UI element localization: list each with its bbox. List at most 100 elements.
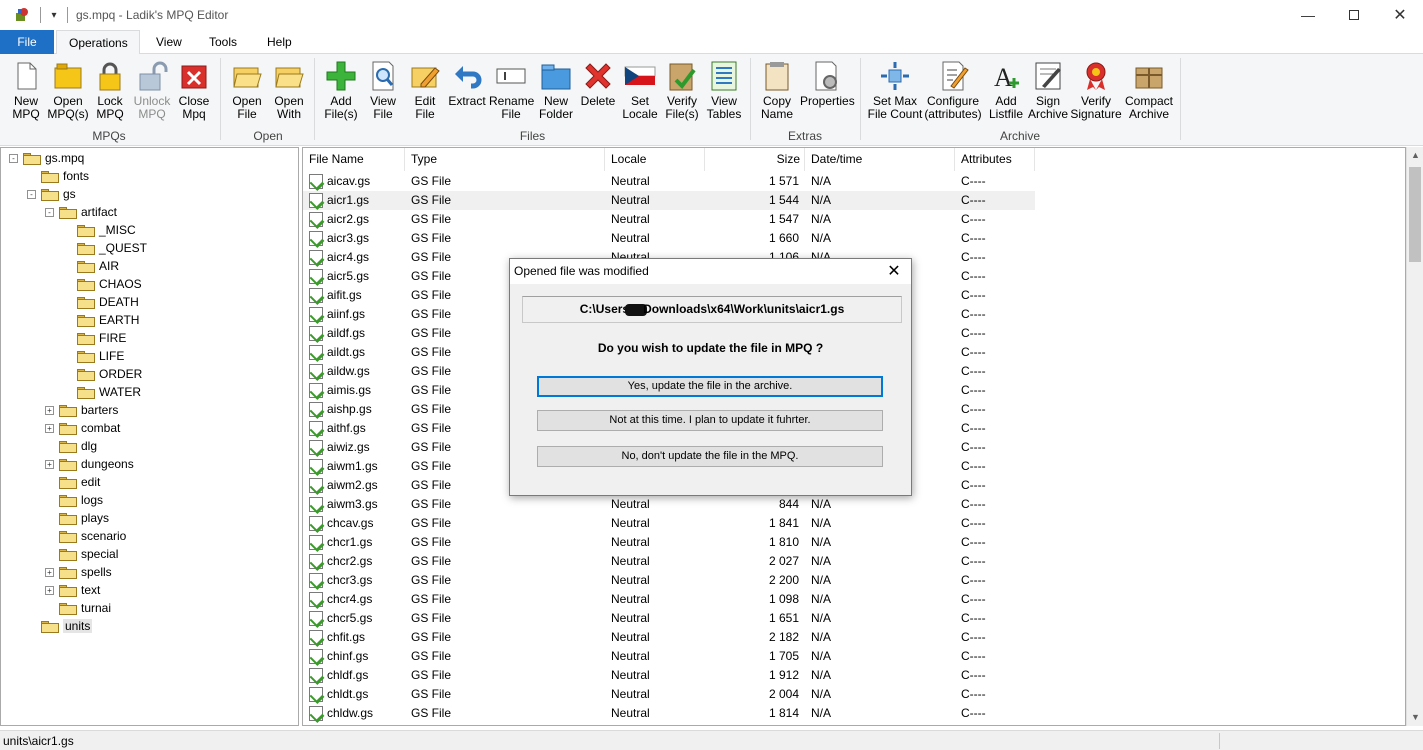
column-header-type[interactable]: Type	[405, 148, 605, 171]
scroll-thumb[interactable]	[1409, 167, 1421, 262]
maximize-icon[interactable]	[1331, 0, 1377, 30]
tab-file[interactable]: File	[0, 30, 54, 54]
tree-node[interactable]: dlg	[45, 437, 97, 455]
column-header-attributes[interactable]: Attributes	[955, 148, 1035, 171]
tree-node[interactable]: fonts	[27, 167, 89, 185]
table-row[interactable]: chinf.gs GS File Neutral 1 705 N/A C----	[303, 647, 1035, 666]
copy-name-button[interactable]: Copy Name	[755, 60, 799, 121]
tree-node[interactable]: units	[27, 617, 93, 635]
close-window-icon[interactable]: ✕	[1377, 0, 1423, 30]
tree-node[interactable]: scenario	[45, 527, 126, 545]
table-row[interactable]: chcav.gs GS File Neutral 1 841 N/A C----	[303, 514, 1035, 533]
table-row[interactable]: chcr5.gs GS File Neutral 1 651 N/A C----	[303, 609, 1035, 628]
table-row[interactable]: aicr1.gs GS File Neutral 1 544 N/A C----	[303, 191, 1035, 210]
set-max-file-count-button[interactable]: Set Max File Count	[866, 60, 924, 121]
column-header-size[interactable]: Size	[705, 148, 805, 171]
tree-node[interactable]: _MISC	[63, 221, 136, 239]
table-row[interactable]: aiwm3.gs GS File Neutral 844 N/A C----	[303, 495, 1035, 514]
close-mpq-button[interactable]: Close Mpq	[172, 60, 216, 121]
tree-node[interactable]: _QUEST	[63, 239, 147, 257]
tree-node[interactable]: + dungeons	[45, 455, 134, 473]
lock-mpq-button[interactable]: Lock MPQ	[88, 60, 132, 121]
table-row[interactable]: chcr3.gs GS File Neutral 2 200 N/A C----	[303, 571, 1035, 590]
open-file-button[interactable]: Open File	[225, 60, 269, 121]
table-row[interactable]: aicr2.gs GS File Neutral 1 547 N/A C----	[303, 210, 1035, 229]
open-mpq-button[interactable]: Open MPQ(s)	[46, 60, 90, 121]
tab-operations[interactable]: Operations	[56, 30, 140, 55]
dialog-close-icon[interactable]: ✕	[883, 261, 905, 283]
set-locale-button[interactable]: Set Locale	[618, 60, 662, 121]
tree-node[interactable]: DEATH	[63, 293, 139, 311]
expand-icon[interactable]: +	[45, 585, 54, 595]
yes-update-button[interactable]: Yes, update the file in the archive.	[537, 376, 883, 397]
collapse-icon[interactable]: -	[9, 153, 18, 163]
view-tables-button[interactable]: View Tables	[702, 60, 746, 121]
column-header-file-name[interactable]: File Name	[303, 148, 405, 171]
rename-file-button[interactable]: Rename File	[489, 60, 534, 121]
tree-node[interactable]: + combat	[45, 419, 120, 437]
table-row[interactable]: chcr4.gs GS File Neutral 1 098 N/A C----	[303, 590, 1035, 609]
tree-node[interactable]: - artifact	[45, 203, 117, 221]
tree-node[interactable]: logs	[45, 491, 103, 509]
edit-file-button[interactable]: Edit File	[403, 60, 447, 121]
tab-view[interactable]: View	[144, 30, 194, 54]
no-update-button[interactable]: No, don't update the file in the MPQ.	[537, 446, 883, 467]
view-file-button[interactable]: View File	[361, 60, 405, 121]
tree-node[interactable]: + spells	[45, 563, 112, 581]
tree-node[interactable]: EARTH	[63, 311, 139, 329]
properties-button[interactable]: Properties	[800, 60, 855, 108]
tree-node[interactable]: - gs.mpq	[9, 149, 84, 167]
tab-help[interactable]: Help	[255, 30, 304, 54]
tree-node[interactable]: special	[45, 545, 118, 563]
table-row[interactable]: aicr3.gs GS File Neutral 1 660 N/A C----	[303, 229, 1035, 248]
scroll-down-icon[interactable]: ▼	[1407, 709, 1423, 726]
tree-node[interactable]: WATER	[63, 383, 141, 401]
tree-node[interactable]: turnai	[45, 599, 111, 617]
sign-archive-button[interactable]: Sign Archive	[1026, 60, 1070, 121]
expand-icon[interactable]: +	[45, 405, 54, 415]
new-folder-button[interactable]: New Folder	[534, 60, 578, 121]
verify-signature-button[interactable]: Verify Signature	[1070, 60, 1122, 121]
table-row[interactable]: chldw.gs GS File Neutral 1 814 N/A C----	[303, 704, 1035, 723]
tree-node[interactable]: plays	[45, 509, 109, 527]
column-header-date-time[interactable]: Date/time	[805, 148, 955, 171]
collapse-icon[interactable]: -	[45, 207, 54, 217]
tree-node[interactable]: - gs	[27, 185, 76, 203]
add-files-button[interactable]: Add File(s)	[319, 60, 363, 121]
table-row[interactable]: chfit.gs GS File Neutral 2 182 N/A C----	[303, 628, 1035, 647]
open-with-button[interactable]: Open With	[267, 60, 311, 121]
tab-tools[interactable]: Tools	[197, 30, 249, 54]
verify-files-button[interactable]: Verify File(s)	[660, 60, 704, 121]
configure-attributes-button[interactable]: Configure (attributes)	[924, 60, 982, 121]
collapse-icon[interactable]: -	[27, 189, 36, 199]
app-icon[interactable]	[14, 7, 30, 23]
new-mpq-button[interactable]: New MPQ	[4, 60, 48, 121]
column-header-locale[interactable]: Locale	[605, 148, 705, 171]
tree-node[interactable]: + text	[45, 581, 100, 599]
table-row[interactable]: chcr2.gs GS File Neutral 2 027 N/A C----	[303, 552, 1035, 571]
expand-icon[interactable]: +	[45, 423, 54, 433]
compact-archive-button[interactable]: Compact Archive	[1124, 60, 1174, 121]
not-now-button[interactable]: Not at this time. I plan to update it fu…	[537, 410, 883, 431]
vertical-scrollbar[interactable]: ▲ ▼	[1406, 147, 1423, 726]
unlock-mpq-button[interactable]: Unlock MPQ	[130, 60, 174, 121]
minimize-icon[interactable]: —	[1285, 0, 1331, 30]
scroll-up-icon[interactable]: ▲	[1407, 147, 1423, 164]
table-row[interactable]: chldt.gs GS File Neutral 2 004 N/A C----	[303, 685, 1035, 704]
add-listfile-button[interactable]: A Add Listfile	[984, 60, 1028, 121]
quick-access-dropdown-icon[interactable]: ▾	[47, 7, 61, 23]
tree-node[interactable]: CHAOS	[63, 275, 142, 293]
table-row[interactable]: chldf.gs GS File Neutral 1 912 N/A C----	[303, 666, 1035, 685]
tree-node[interactable]: edit	[45, 473, 100, 491]
tree-node[interactable]: FIRE	[63, 329, 126, 347]
table-row[interactable]: aicav.gs GS File Neutral 1 571 N/A C----	[303, 172, 1035, 191]
expand-icon[interactable]: +	[45, 459, 54, 469]
extract-button[interactable]: Extract	[445, 60, 489, 108]
tree-node[interactable]: LIFE	[63, 347, 124, 365]
tree-node[interactable]: AIR	[63, 257, 119, 275]
table-row[interactable]: chcr1.gs GS File Neutral 1 810 N/A C----	[303, 533, 1035, 552]
expand-icon[interactable]: +	[45, 567, 54, 577]
tree-node[interactable]: + barters	[45, 401, 118, 419]
tree-node[interactable]: ORDER	[63, 365, 142, 383]
delete-button[interactable]: Delete	[576, 60, 620, 108]
